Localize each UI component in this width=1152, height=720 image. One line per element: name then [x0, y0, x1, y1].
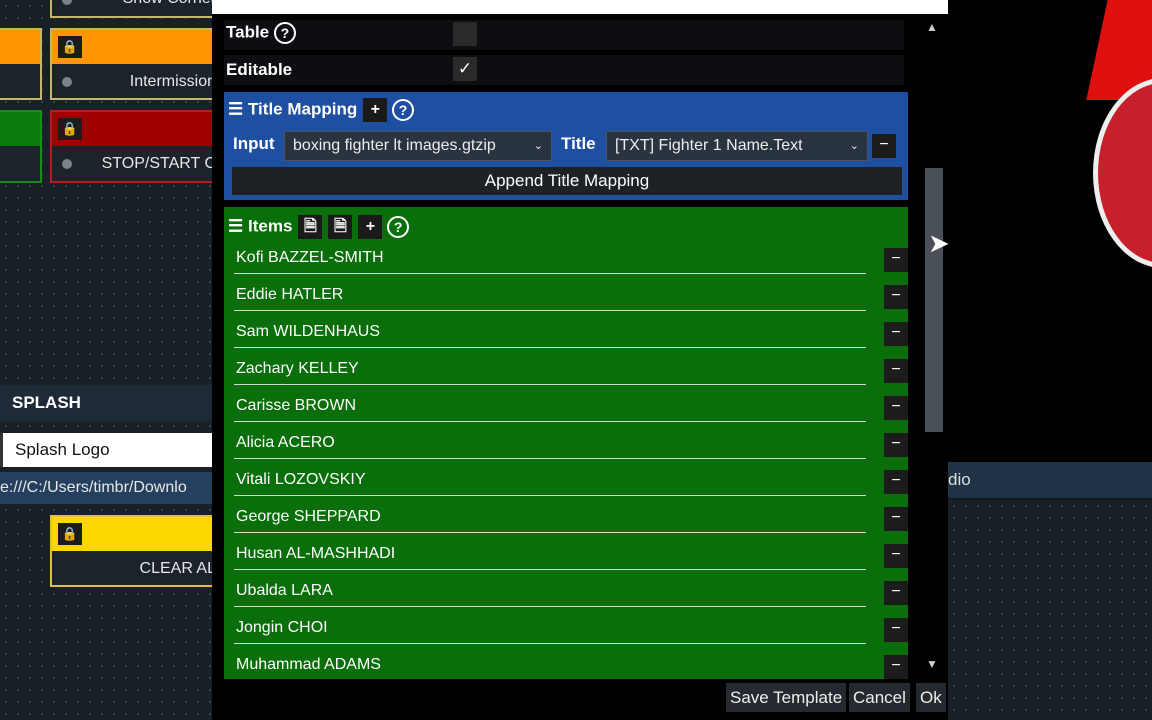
remove-item-button[interactable]: − — [884, 470, 908, 494]
remove-item-button[interactable]: − — [884, 655, 908, 679]
chevron-down-icon: ⌄ — [533, 140, 543, 152]
table-checkbox[interactable] — [453, 22, 477, 46]
tile-show-corner[interactable]: Show Corner — [50, 0, 220, 18]
list-item[interactable]: Jongin CHOI — [234, 614, 866, 644]
list-icon: ☰ — [228, 216, 244, 236]
tile-label: STOP/START C — [101, 155, 216, 172]
tile-clear-all[interactable]: 🔒 CLEAR AL — [50, 515, 220, 587]
splash-header: SPLASH — [0, 385, 212, 421]
status-dot — [62, 159, 72, 169]
remove-item-button[interactable]: − — [884, 544, 908, 568]
help-icon[interactable]: ? — [273, 22, 296, 44]
title-mapping-header: ☰ Title Mapping + ? — [228, 98, 414, 122]
list-item[interactable]: Zachary KELLEY — [234, 355, 866, 385]
scrollbar-thumb[interactable] — [925, 168, 943, 432]
mouse-cursor: ➤ — [928, 228, 950, 258]
tile-intermission[interactable]: 🔒 Intermission — [50, 28, 220, 100]
editable-row — [224, 55, 904, 85]
tile-partial-green[interactable] — [0, 110, 42, 183]
remove-item-button[interactable]: − — [884, 248, 908, 272]
list-item[interactable]: Alicia ACERO — [234, 429, 866, 459]
list-item[interactable]: Kofi BAZZEL-SMITH — [234, 244, 866, 274]
list-icon: ☰ — [228, 99, 244, 119]
remove-mapping-button[interactable]: − — [872, 134, 896, 158]
scroll-down-arrow[interactable]: ▼ — [926, 657, 938, 671]
add-item-button[interactable]: + — [358, 215, 383, 239]
dialog-titlebar — [212, 0, 948, 14]
status-dot — [62, 0, 72, 5]
lock-icon[interactable]: 🔒 — [58, 523, 82, 545]
editable-checkbox[interactable]: ✓ — [453, 57, 477, 81]
table-row — [224, 20, 904, 50]
status-dot — [62, 77, 72, 87]
input-select[interactable]: boxing fighter lt images.gtzip ⌄ — [284, 131, 552, 161]
items-section: ☰ Items 🗎 🗎 + ? Kofi BAZZEL-SMITH − Eddie HAT… — [224, 207, 908, 679]
tile-label: Show Corner — [123, 0, 216, 8]
remove-item-button[interactable]: − — [884, 581, 908, 605]
cancel-button[interactable]: Cancel — [849, 683, 910, 712]
tile-label: Intermission — [129, 73, 216, 90]
list-item[interactable]: George SHEPPARD — [234, 503, 866, 533]
list-item[interactable]: Sam WILDENHAUS — [234, 318, 866, 348]
remove-item-button[interactable]: − — [884, 618, 908, 642]
remove-item-button[interactable]: − — [884, 433, 908, 457]
help-icon[interactable]: ? — [391, 99, 414, 121]
splash-path[interactable]: e:///C:/Users/timbr/Downlo — [0, 472, 212, 504]
items-header: ☰ Items 🗎 🗎 + ? — [228, 215, 410, 239]
list-item[interactable]: Eddie HATLER — [234, 281, 866, 311]
remove-item-button[interactable]: − — [884, 285, 908, 309]
list-item[interactable]: Vitali LOZOVSKIY — [234, 466, 866, 496]
list-item[interactable]: Carisse BROWN — [234, 392, 866, 422]
splash-input[interactable]: Splash Logo — [0, 433, 212, 467]
title-label: Title — [561, 134, 596, 153]
tile-label: CLEAR AL — [139, 560, 216, 577]
list-item[interactable]: Muhammad ADAMS — [234, 651, 866, 679]
append-title-mapping-button[interactable]: Append Title Mapping — [232, 167, 902, 195]
save-template-button[interactable]: Save Template — [726, 683, 847, 712]
remove-item-button[interactable]: − — [884, 359, 908, 383]
preview-area — [948, 0, 1152, 462]
remove-item-button[interactable]: − — [884, 322, 908, 346]
ok-button[interactable]: Ok — [916, 683, 946, 712]
audio-header: dio — [948, 462, 1152, 498]
remove-item-button[interactable]: − — [884, 396, 908, 420]
audio-canvas — [948, 500, 1152, 720]
background-canvas — [0, 0, 212, 720]
add-mapping-button[interactable]: + — [363, 98, 388, 122]
editable-label: Editable — [226, 60, 293, 79]
chevron-down-icon: ⌄ — [849, 140, 859, 152]
lock-icon[interactable]: 🔒 — [58, 36, 82, 58]
list-item[interactable]: Husan AL-MASHHADI — [234, 540, 866, 570]
lock-icon[interactable]: 🔒 — [58, 118, 82, 140]
export-file-icon[interactable]: 🗎 — [328, 215, 353, 239]
logo-red-circle — [1093, 78, 1152, 268]
tile-partial-orange[interactable] — [0, 28, 42, 100]
table-label: Table ? — [226, 22, 296, 44]
input-label: Input — [233, 134, 275, 153]
scroll-up-arrow[interactable]: ▲ — [926, 20, 938, 34]
dialog: Table ? Editable ✓ ☰ Title Mapping + ? In… — [212, 0, 948, 720]
title-select[interactable]: [TXT] Fighter 1 Name.Text ⌄ — [606, 131, 868, 161]
help-icon[interactable]: ? — [387, 216, 410, 238]
import-file-icon[interactable]: 🗎 — [298, 215, 323, 239]
remove-item-button[interactable]: − — [884, 507, 908, 531]
list-item[interactable]: Ubalda LARA — [234, 577, 866, 607]
tile-stop-start[interactable]: 🔒 STOP/START C — [50, 110, 220, 183]
